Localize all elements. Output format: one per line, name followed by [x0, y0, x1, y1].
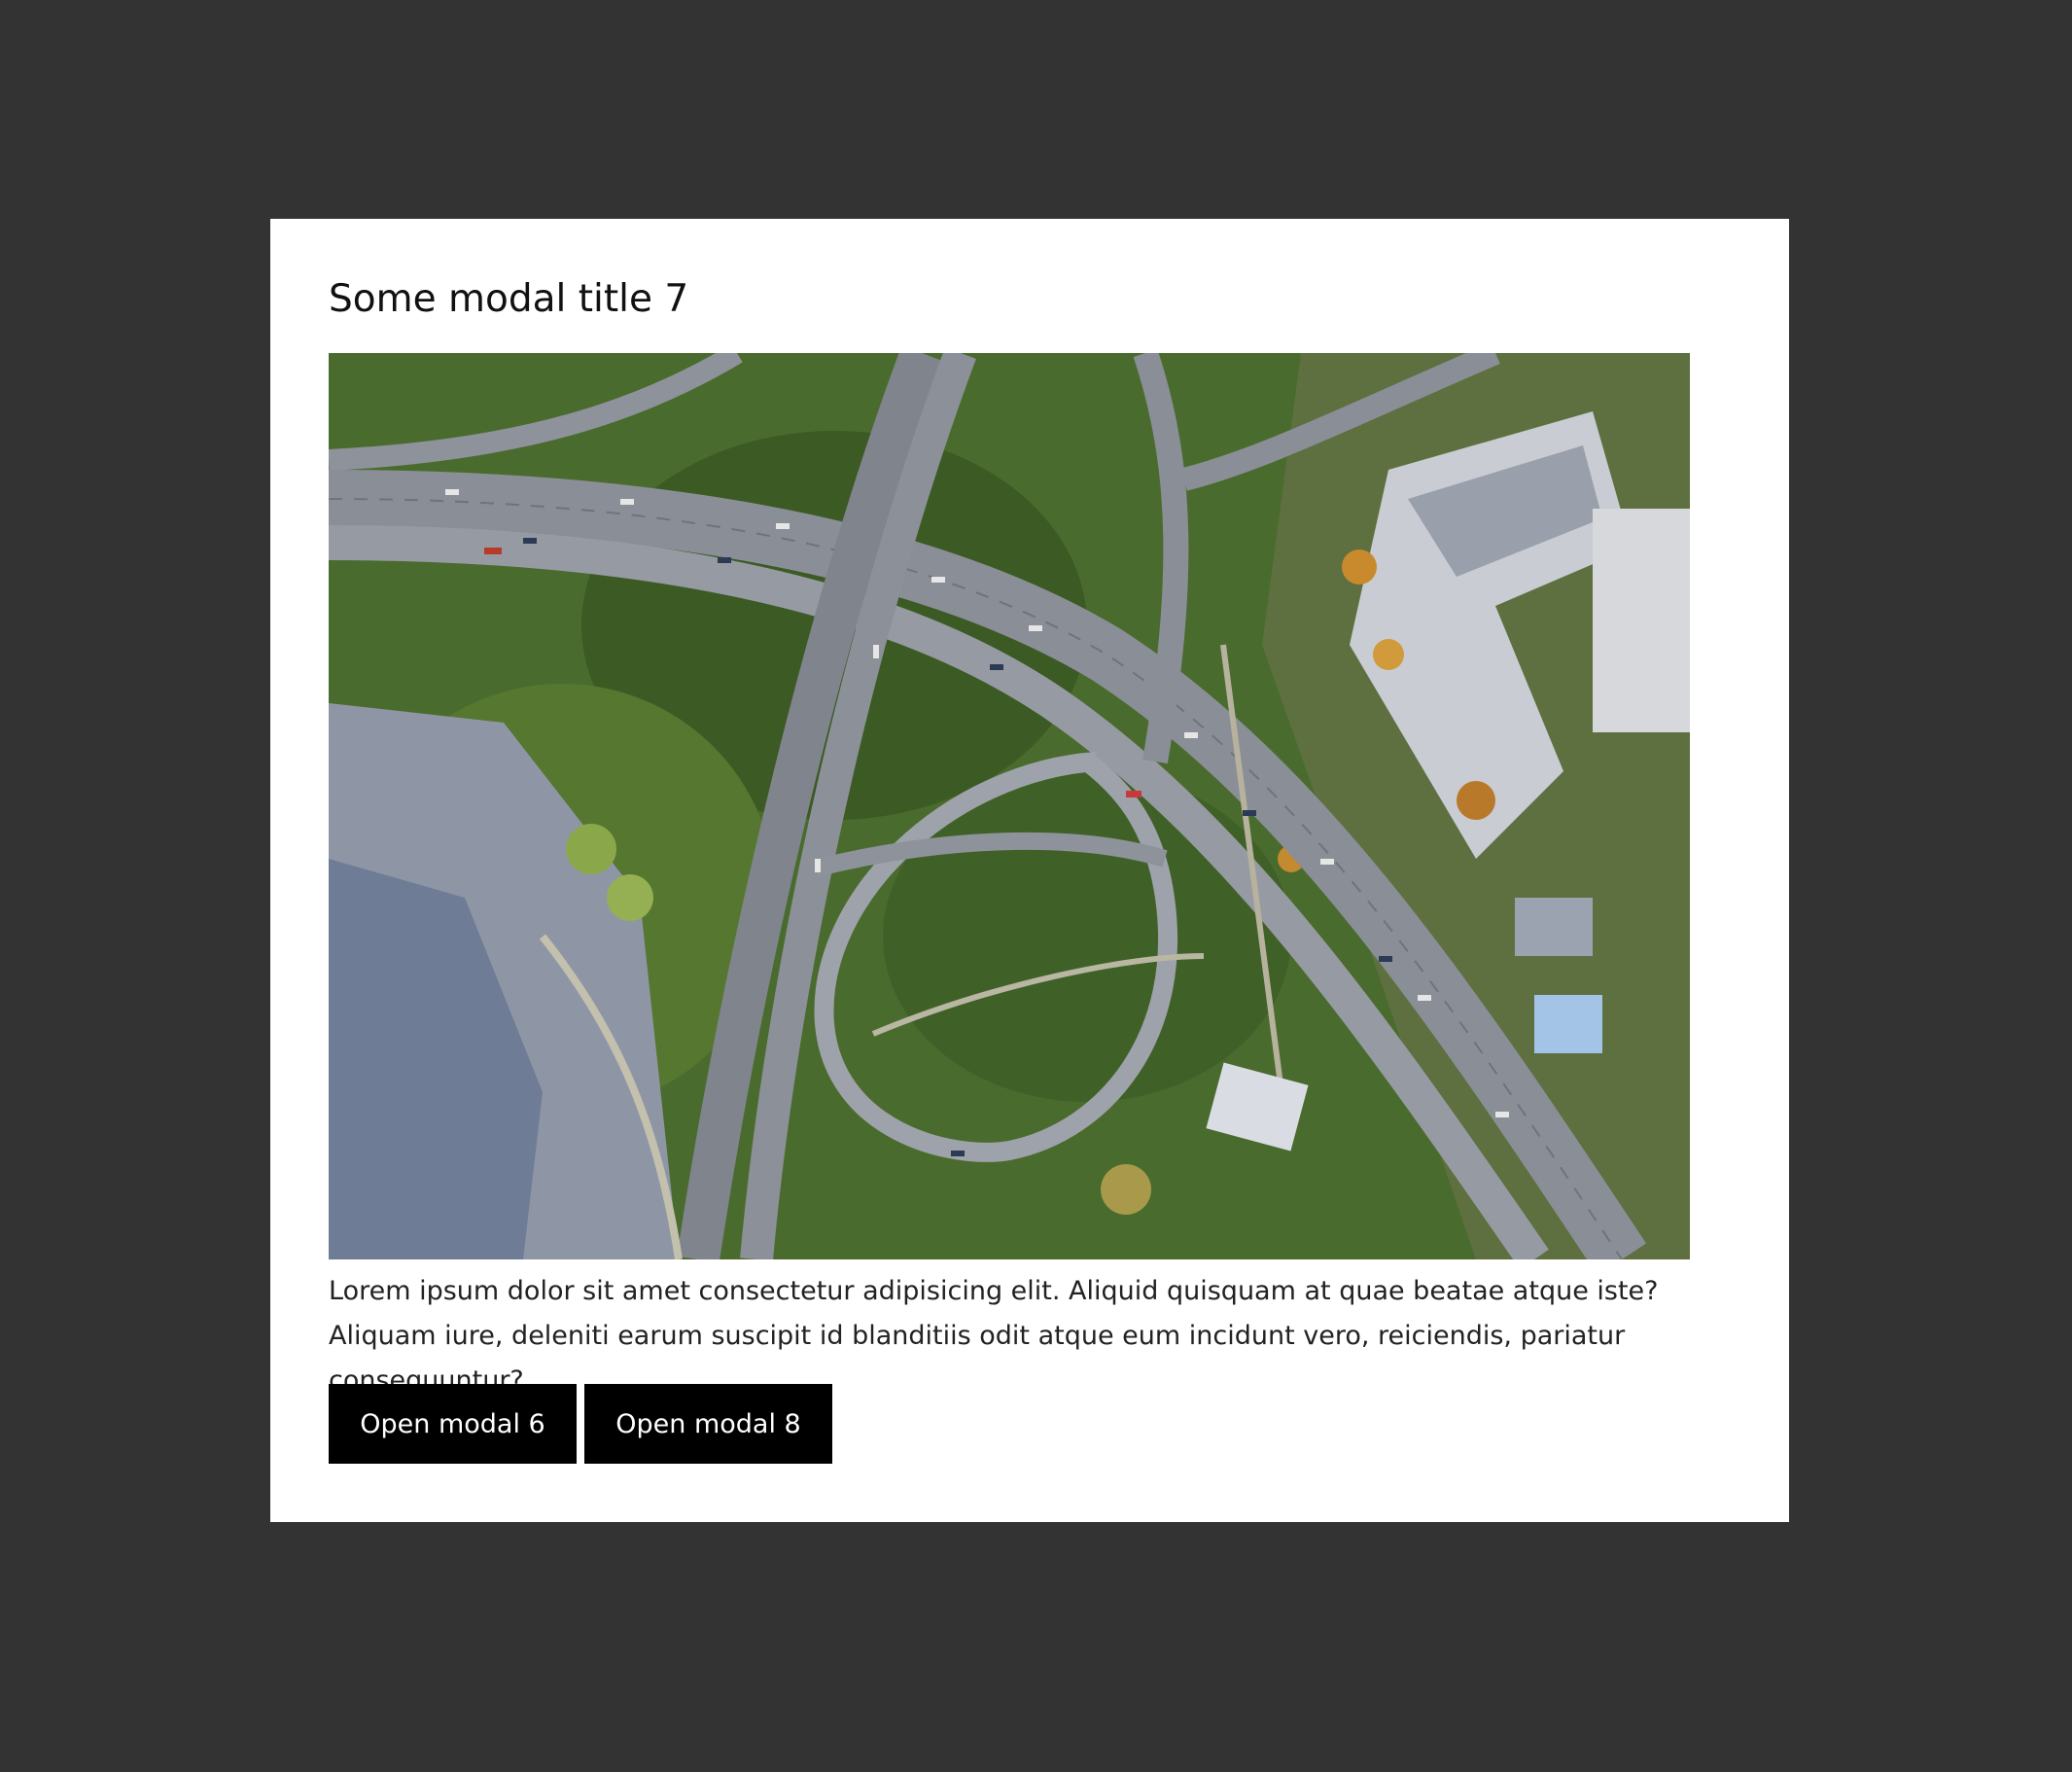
modal-title: Some modal title 7 [329, 277, 689, 321]
aerial-highway-interchange-photo [329, 353, 1690, 1259]
modal-dialog: Some modal title 7 Lorem ipsum dolor sit… [270, 219, 1789, 1522]
open-modal-8-button[interactable]: Open modal 8 [584, 1384, 832, 1464]
modal-button-row: Open modal 6 Open modal 8 [329, 1384, 832, 1464]
aerial-highway-image [329, 353, 1690, 1259]
open-modal-6-button[interactable]: Open modal 6 [329, 1384, 577, 1464]
